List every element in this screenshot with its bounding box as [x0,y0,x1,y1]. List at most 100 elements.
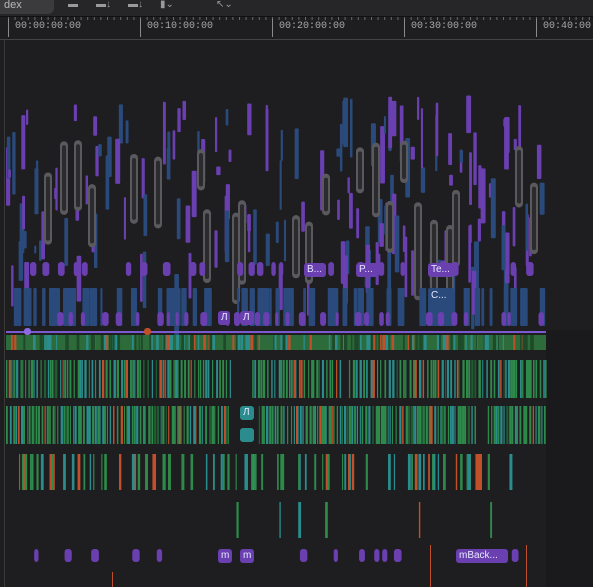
connected-title-clip[interactable] [200,312,208,326]
storyline-clip-divider[interactable] [496,335,498,350]
audio-clip-stripe[interactable] [410,406,414,444]
audio-clip-stripe[interactable] [377,406,381,444]
connected-clip[interactable] [64,217,69,266]
audio-clip-stripe[interactable] [287,406,289,444]
connected-clip[interactable] [459,150,464,163]
audio-clip-stripe[interactable] [314,406,317,444]
storyline-clip-divider[interactable] [39,335,43,350]
audio-clip-stripe[interactable] [131,406,134,444]
storyline-clip-divider[interactable] [254,335,257,350]
bottom-clip-marker[interactable] [112,572,113,587]
audio-clip-stripe[interactable] [442,406,444,444]
storyline-clip-divider[interactable] [32,335,36,350]
connected-clip[interactable] [469,152,472,205]
audio-clip-stripe[interactable] [116,406,119,444]
audio-clip-stripe[interactable] [63,454,66,490]
audio-clip-stripe[interactable] [102,406,105,444]
storyline-clip-divider[interactable] [450,335,453,350]
audio-clip-stripe[interactable] [497,406,500,444]
connected-title-clip[interactable] [279,262,284,276]
connected-audio-clip-inner[interactable] [156,160,160,225]
audio-clip-stripe[interactable] [94,360,97,398]
audio-clip-stripe[interactable] [303,360,306,398]
audio-clip-stripe[interactable] [261,454,263,490]
audio-clip-stripe[interactable] [31,454,34,490]
audio-clip-stripe[interactable] [52,406,55,444]
audio-clip-stripe[interactable] [305,406,308,444]
connected-clip[interactable] [349,98,353,158]
audio-clip-stripe[interactable] [451,406,454,444]
audio-clip-stripe[interactable] [427,360,429,398]
audio-clip-stripe[interactable] [174,406,176,444]
audio-clip-stripe[interactable] [86,406,89,444]
audio-clip-stripe[interactable] [493,406,495,444]
audio-clip-stripe[interactable] [69,360,72,398]
connected-clip-row[interactable] [419,288,427,326]
connected-title-clip[interactable] [299,549,308,562]
connected-title-clip[interactable] [81,262,88,276]
audio-clip-stripe[interactable] [139,406,142,444]
storyline-clip-divider[interactable] [439,335,441,350]
audio-clip-stripe[interactable] [325,502,328,538]
audio-clip-stripe[interactable] [79,406,82,444]
storyline-clip-divider[interactable] [388,335,390,350]
storyline-clip-divider[interactable] [166,335,170,350]
audio-clip-stripe[interactable] [377,360,379,398]
connected-title-clip[interactable] [285,312,290,326]
audio-clip-stripe[interactable] [321,360,325,398]
audio-clip-stripe[interactable] [190,360,192,398]
audio-clip-stripe[interactable] [205,360,208,398]
audio-clip-stripe[interactable] [444,406,446,444]
audio-clip-stripe[interactable] [449,406,452,444]
connected-title-clip[interactable] [359,549,365,562]
audio-clip-stripe[interactable] [331,360,334,398]
audio-clip-stripe[interactable] [101,454,103,490]
audio-clip-stripe[interactable] [279,502,281,538]
audio-clip-stripe[interactable] [139,360,142,398]
audio-clip-stripe[interactable] [464,406,467,444]
connected-clip[interactable] [54,187,57,200]
audio-clip-stripe[interactable] [346,406,349,444]
storyline-clip-divider[interactable] [106,335,109,350]
audio-clip-stripe[interactable] [180,406,182,444]
connected-clip[interactable] [275,221,279,244]
audio-clip-stripe[interactable] [217,406,220,444]
connected-title-clip[interactable] [140,262,148,276]
audio-clip-stripe[interactable] [356,406,359,444]
audio-clip-stripe[interactable] [471,360,474,398]
connected-audio-clip-inner[interactable] [388,204,392,249]
audio-clip-stripe[interactable] [421,406,424,444]
audio-clip-stripe[interactable] [482,360,484,398]
connected-clip[interactable] [18,241,24,281]
connected-audio-clip-inner[interactable] [532,186,536,251]
connected-title-clip[interactable] [135,312,140,326]
storyline-clip-divider[interactable] [419,335,423,350]
index-button[interactable]: dex [0,0,54,14]
audio-clip-stripe[interactable] [162,360,165,398]
connected-clip-row[interactable] [23,288,32,326]
audio-clip-stripe[interactable] [131,454,135,490]
audio-clip-stripe[interactable] [49,360,52,398]
connected-clip[interactable] [140,253,143,302]
connected-clip[interactable] [85,175,89,205]
audio-clip-stripe[interactable] [20,360,22,398]
audio-clip-stripe[interactable] [19,454,21,490]
audio-clip-stripe[interactable] [127,406,131,444]
storyline-clip-divider[interactable] [492,335,496,350]
audio-clip-stripe[interactable] [457,406,460,444]
connected-clip[interactable] [417,96,420,121]
connected-audio-clip-inner[interactable] [358,151,362,190]
audio-clip-stripe[interactable] [202,360,205,398]
storyline-clip-divider[interactable] [11,335,13,350]
audio-clip-stripe[interactable] [98,360,101,398]
audio-clip-stripe[interactable] [454,360,456,398]
audio-clip-stripe[interactable] [83,454,86,490]
audio-clip-stripe[interactable] [384,406,387,444]
audio-clip-stripe[interactable] [392,406,394,444]
audio-clip-stripe[interactable] [509,406,512,444]
audio-clip-stripe[interactable] [54,406,56,444]
audio-clip-stripe[interactable] [450,360,453,398]
connected-clip[interactable] [411,250,414,296]
audio-clip-stripe[interactable] [418,454,422,490]
storyline-clip-divider[interactable] [407,335,410,350]
